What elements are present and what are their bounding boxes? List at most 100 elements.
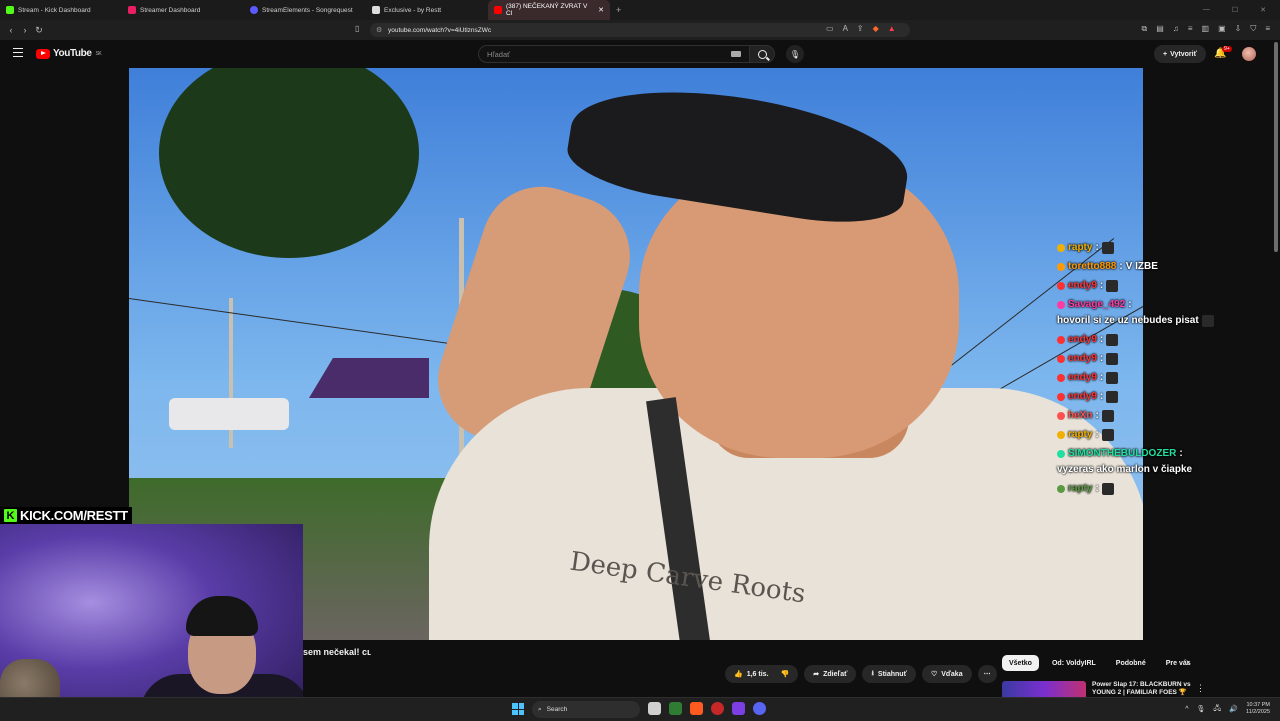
chat-badge-icon	[1057, 484, 1065, 493]
search-icon: ⌕	[538, 705, 542, 713]
chat-badge-icon	[1057, 430, 1065, 439]
more-actions-button[interactable]: ⋯	[977, 665, 997, 683]
site-info-icon[interactable]: ⚙	[376, 26, 382, 34]
download-icon: ⭳	[871, 669, 874, 677]
wallet-icon[interactable]: ▣	[1218, 24, 1226, 34]
close-tab-icon[interactable]: ✕	[598, 6, 604, 14]
chat-username: endy9	[1068, 372, 1097, 383]
chat-text: vyzeras ako marlon v čiapke	[1057, 464, 1193, 475]
related-filters: Všetko Od: VoldyIRL Podobné Pre vás	[1002, 655, 1198, 671]
notification-count: 9+	[1222, 46, 1232, 52]
cast-icon[interactable]: ▭	[826, 24, 834, 33]
clock-date: 11/2/2025	[1245, 709, 1270, 715]
avatar[interactable]	[1242, 47, 1256, 61]
extension-icon[interactable]: ⧉	[1142, 24, 1148, 34]
maximize-icon[interactable]: ☐	[1232, 6, 1238, 14]
kick-overlay: K KICK.COM/RESTT	[0, 507, 132, 524]
back-icon[interactable]: ‹	[4, 25, 18, 35]
filter-chip-from-channel[interactable]: Od: VoldyIRL	[1045, 655, 1103, 671]
thanks-button[interactable]: ♡ Vďaka	[921, 665, 972, 683]
chat-message: endy9:	[1057, 352, 1227, 365]
network-icon[interactable]: 🖧	[1213, 704, 1221, 715]
chat-badge-icon	[1057, 243, 1065, 252]
share-button[interactable]: ➦ Zdieľať	[804, 665, 857, 683]
share-label: Zdieľať	[823, 670, 848, 678]
taskbar-clock[interactable]: 10:37 PM 11/2/2025	[1246, 702, 1270, 716]
taskbar-search[interactable]: ⌕ Search	[532, 701, 640, 718]
new-tab-button[interactable]: +	[610, 5, 627, 15]
taskbar-search-label: Search	[546, 706, 568, 713]
filter-chip-for-you[interactable]: Pre vás	[1159, 655, 1198, 671]
streamer-beanie	[186, 596, 258, 636]
minimize-icon[interactable]: —	[1203, 6, 1210, 14]
tray-chevron-icon[interactable]: ^	[1185, 706, 1188, 713]
chat-badge-icon	[1057, 300, 1065, 309]
sidebar-toggle-icon[interactable]: ▤	[1156, 24, 1164, 34]
close-window-icon[interactable]: ✕	[1260, 6, 1266, 14]
window-controls: — ☐ ✕	[1203, 6, 1280, 14]
volume-icon[interactable]: 🔊	[1229, 705, 1238, 713]
bookmark-icon[interactable]: ▯	[355, 24, 359, 33]
browser-tab-youtube[interactable]: (387) NEČEKANÝ ZVRAT V CI ✕	[488, 0, 610, 20]
vpn-icon[interactable]: ⛉	[1250, 24, 1256, 34]
chat-message: rapty:	[1057, 428, 1227, 441]
translate-icon[interactable]: A	[843, 24, 848, 33]
voice-search-button[interactable]: 🎙	[786, 45, 804, 63]
chat-text: V IZBE	[1125, 261, 1158, 272]
youtube-play-icon	[36, 48, 50, 59]
chat-emote-icon	[1106, 279, 1119, 292]
thanks-label: Vďaka	[941, 670, 963, 678]
brave-rewards-icon[interactable]: ▲	[888, 24, 896, 33]
browser-tab-exclusive[interactable]: Exclusive - by Restt	[366, 0, 488, 20]
search-input[interactable]: Hľadať	[478, 45, 750, 63]
chat-separator: :	[1095, 483, 1099, 494]
reading-list-icon[interactable]: ≡	[1188, 24, 1193, 34]
brave-browser-icon[interactable]	[690, 702, 703, 715]
chrome-icon[interactable]	[711, 702, 724, 715]
share-page-icon[interactable]: ⇪	[857, 24, 864, 33]
share-icon: ➦	[813, 671, 820, 678]
filter-chip-all[interactable]: Všetko	[1002, 655, 1039, 671]
browser-tab-streamer[interactable]: Streamer Dashboard	[122, 0, 244, 20]
music-icon[interactable]: ♫	[1173, 24, 1179, 34]
browser-tab-kick[interactable]: Stream - Kick Dashboard	[0, 0, 122, 20]
youtube-favicon-icon	[494, 6, 502, 14]
brave-shield-icon[interactable]: ◆	[873, 24, 879, 33]
reload-icon[interactable]: ↻	[32, 25, 46, 36]
create-button[interactable]: + Vytvoriť	[1154, 45, 1206, 63]
chevron-right-icon[interactable]: ›	[1186, 657, 1189, 668]
chat-badge-icon	[1057, 411, 1065, 420]
extensions-area: ⧉ ▤ ♫ ≡ ▥ ▣ ⇩ ⛉ ≡	[1142, 24, 1270, 34]
chat-message: endy9:	[1057, 390, 1227, 403]
microphone-tray-icon[interactable]: 🎙	[1197, 705, 1206, 713]
thumbs-up-icon[interactable]: 👍	[734, 670, 743, 678]
thumbs-down-icon[interactable]: 👎	[781, 670, 790, 678]
filter-chip-similar[interactable]: Podobné	[1109, 655, 1153, 671]
twitch-icon[interactable]	[732, 702, 745, 715]
windows-start-icon[interactable]	[512, 703, 524, 715]
keyboard-icon[interactable]	[731, 51, 741, 57]
chat-badge-icon	[1057, 449, 1065, 458]
chat-badge-icon	[1057, 354, 1065, 363]
guide-menu-icon[interactable]	[13, 48, 23, 57]
search-button[interactable]	[749, 45, 775, 63]
browser-toolbar: ‹ › ↻ ▯ ⚙ youtube.com/watch?v=4iUtlznsZW…	[0, 20, 1280, 40]
chat-username: rapty	[1068, 242, 1093, 253]
download-button[interactable]: ⭳ Stiahnuť	[862, 665, 916, 683]
browser-tab-streamelements[interactable]: StreamElements - Songrequest	[244, 0, 366, 20]
task-view-icon[interactable]	[648, 702, 661, 715]
page-scrollbar[interactable]	[1274, 42, 1278, 252]
downloads-icon[interactable]: ⇩	[1235, 24, 1242, 34]
file-explorer-icon[interactable]	[669, 702, 682, 715]
forward-icon[interactable]: ›	[18, 25, 32, 35]
youtube-logo[interactable]: YouTube SK	[36, 48, 102, 59]
recommendation-menu-icon[interactable]: ⋮	[1196, 683, 1205, 694]
chat-badge-icon	[1057, 392, 1065, 401]
menu-icon[interactable]: ≡	[1265, 24, 1270, 34]
chat-separator: :	[1179, 448, 1183, 459]
microphone-icon: 🎙	[789, 49, 801, 59]
discord-icon[interactable]	[753, 702, 766, 715]
split-view-icon[interactable]: ▥	[1202, 24, 1210, 34]
like-dislike-button[interactable]: 👍 1,6 tis. 👎	[725, 665, 799, 683]
chat-username: endy9	[1068, 280, 1097, 291]
